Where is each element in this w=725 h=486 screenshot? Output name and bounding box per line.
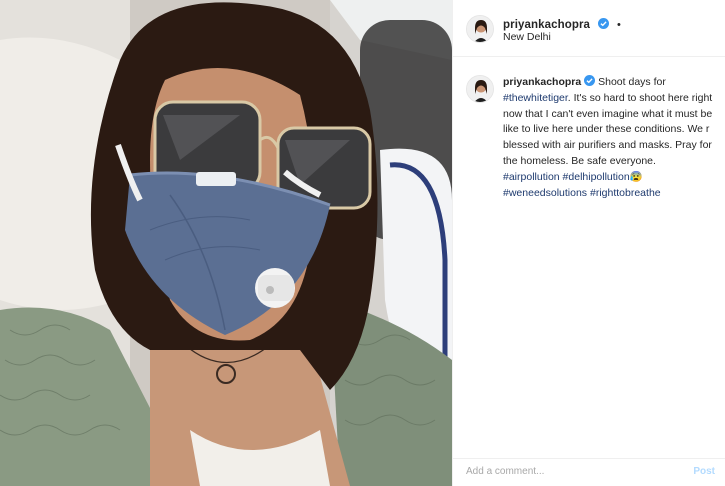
hashtag-airpollution[interactable]: #airpollution (503, 171, 560, 183)
hashtag-thewhitetiger[interactable]: #thewhitetiger (503, 92, 568, 104)
hashtag-righttobreathe[interactable]: #righttobreathe (590, 187, 661, 199)
worried-emoji: 😰 (629, 170, 643, 183)
caption-text: priyankachopra Shoot days for #thewhitet… (503, 75, 715, 201)
caption-avatar[interactable] (466, 75, 494, 103)
post-side-panel: priyankachopra • New Delhi priyankachopr… (453, 0, 725, 486)
caption-username-link[interactable]: priyankachopra (503, 76, 581, 88)
username-link[interactable]: priyankachopra (503, 19, 590, 31)
verified-badge-icon (584, 75, 596, 86)
post-photo[interactable] (0, 0, 452, 486)
profile-avatar[interactable] (466, 15, 494, 43)
hashtag-weneedsolutions[interactable]: #weneedsolutions (503, 187, 587, 199)
location-link[interactable]: New Delhi (503, 31, 551, 43)
caption-text-1: Shoot days for (595, 76, 666, 88)
post-header: priyankachopra • New Delhi (453, 0, 725, 57)
add-comment-input[interactable]: Add a comment... (466, 466, 544, 477)
header-dot: • (616, 19, 621, 31)
verified-badge-icon (597, 18, 609, 29)
selfie-image (0, 0, 452, 486)
hashtag-delhipollution[interactable]: #delhipollution (563, 171, 630, 183)
post-comment-button[interactable]: Post (693, 466, 715, 477)
comment-bar: Add a comment... Post (453, 458, 725, 486)
